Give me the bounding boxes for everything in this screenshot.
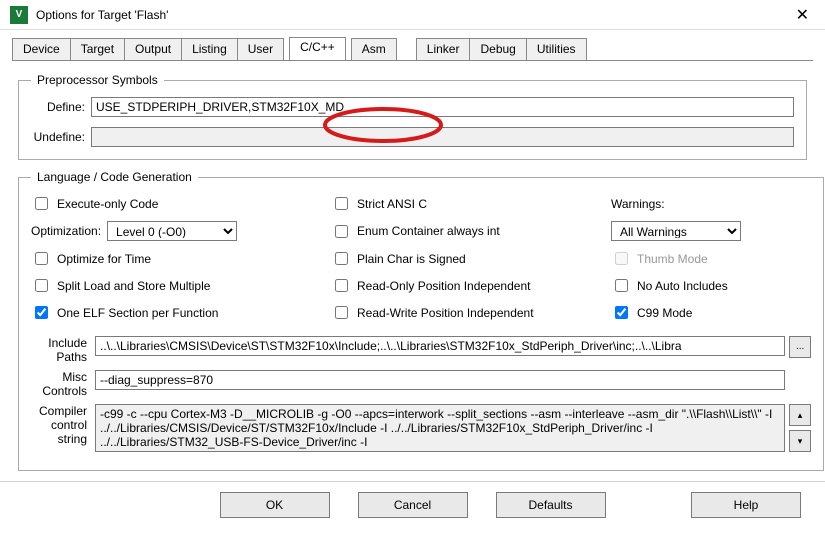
- plain-char-check[interactable]: Plain Char is Signed: [331, 249, 611, 268]
- language-legend: Language / Code Generation: [31, 170, 198, 184]
- check-label: No Auto Includes: [637, 279, 728, 293]
- language-group: Language / Code Generation Execute-only …: [18, 170, 824, 471]
- dialog-buttons: OK Cancel Defaults Help: [0, 481, 825, 528]
- app-icon: V: [10, 6, 28, 24]
- tab-device[interactable]: Device: [12, 38, 71, 60]
- tab-label: Listing: [192, 42, 227, 56]
- enum-container-check[interactable]: Enum Container always int: [331, 222, 611, 241]
- tab-bar: Device Target Output Listing User C/C++ …: [0, 30, 825, 60]
- checkbox-icon[interactable]: [615, 279, 628, 292]
- warnings-label: Warnings:: [611, 197, 811, 211]
- close-button[interactable]: ✕: [790, 5, 815, 25]
- strict-ansi-check[interactable]: Strict ANSI C: [331, 194, 611, 213]
- ok-button[interactable]: OK: [220, 492, 330, 518]
- preprocessor-group: Preprocessor Symbols Define: Undefine:: [18, 73, 807, 160]
- tab-user[interactable]: User: [237, 38, 284, 60]
- define-input[interactable]: [91, 97, 794, 117]
- tab-target[interactable]: Target: [70, 38, 125, 60]
- split-load-check[interactable]: Split Load and Store Multiple: [31, 276, 331, 295]
- tab-c-cpp[interactable]: C/C++: [289, 37, 346, 60]
- tab-label: Debug: [480, 42, 515, 56]
- tab-label: C/C++: [300, 40, 335, 54]
- tab-label: Asm: [362, 42, 386, 56]
- optimization-select[interactable]: Level 0 (-O0): [107, 221, 237, 241]
- checkbox-icon[interactable]: [335, 306, 348, 319]
- optimization-label: Optimization:: [31, 224, 101, 238]
- compiler-string-label: Compiler control string: [31, 404, 95, 446]
- check-label: Strict ANSI C: [357, 197, 427, 211]
- check-label: Plain Char is Signed: [357, 252, 466, 266]
- tab-label: Output: [135, 42, 171, 56]
- scroll-down-button[interactable]: ▾: [789, 430, 811, 452]
- include-paths-browse-button[interactable]: ...: [789, 336, 811, 358]
- checkbox-icon[interactable]: [35, 252, 48, 265]
- tab-asm[interactable]: Asm: [351, 38, 397, 60]
- no-auto-check[interactable]: No Auto Includes: [611, 276, 811, 295]
- check-label: One ELF Section per Function: [57, 306, 218, 320]
- checkbox-icon[interactable]: [35, 279, 48, 292]
- scroll-up-button[interactable]: ▴: [789, 404, 811, 426]
- thumb-mode-check: Thumb Mode: [611, 249, 811, 268]
- tab-linker[interactable]: Linker: [416, 38, 471, 60]
- ro-position-check[interactable]: Read-Only Position Independent: [331, 276, 611, 295]
- tab-label: Linker: [427, 42, 460, 56]
- include-paths-input[interactable]: [95, 336, 785, 356]
- window-title: Options for Target 'Flash': [36, 8, 168, 22]
- tab-output[interactable]: Output: [124, 38, 182, 60]
- tab-label: Utilities: [537, 42, 576, 56]
- tab-label: User: [248, 42, 273, 56]
- help-button[interactable]: Help: [691, 492, 801, 518]
- check-label: Read-Only Position Independent: [357, 279, 530, 293]
- checkbox-icon[interactable]: [335, 252, 348, 265]
- preprocessor-legend: Preprocessor Symbols: [31, 73, 164, 87]
- tab-debug[interactable]: Debug: [469, 38, 526, 60]
- check-label: Enum Container always int: [357, 224, 500, 238]
- c99-check[interactable]: C99 Mode: [611, 303, 811, 322]
- misc-controls-label: Misc Controls: [31, 370, 95, 398]
- undefine-label: Undefine:: [31, 130, 91, 144]
- check-label: C99 Mode: [637, 306, 692, 320]
- define-label: Define:: [31, 100, 91, 114]
- execute-only-check[interactable]: Execute-only Code: [31, 194, 331, 213]
- tab-label: Device: [23, 42, 60, 56]
- checkbox-icon[interactable]: [35, 306, 48, 319]
- checkbox-icon[interactable]: [615, 306, 628, 319]
- tab-utilities[interactable]: Utilities: [526, 38, 587, 60]
- check-label: Optimize for Time: [57, 252, 151, 266]
- include-paths-label: Include Paths: [31, 336, 95, 364]
- checkbox-icon[interactable]: [35, 197, 48, 210]
- checkbox-icon[interactable]: [335, 197, 348, 210]
- optimize-time-check[interactable]: Optimize for Time: [31, 249, 331, 268]
- check-label: Split Load and Store Multiple: [57, 279, 210, 293]
- check-label: Read-Write Position Independent: [357, 306, 534, 320]
- undefine-input[interactable]: [91, 127, 794, 147]
- checkbox-icon: [615, 252, 628, 265]
- title-bar: V Options for Target 'Flash' ✕: [0, 0, 825, 30]
- check-label: Execute-only Code: [57, 197, 158, 211]
- checkbox-icon[interactable]: [335, 279, 348, 292]
- cancel-button[interactable]: Cancel: [358, 492, 468, 518]
- tab-label: Target: [81, 42, 114, 56]
- one-elf-check[interactable]: One ELF Section per Function: [31, 303, 331, 322]
- checkbox-icon[interactable]: [335, 225, 348, 238]
- tab-listing[interactable]: Listing: [181, 38, 238, 60]
- rw-position-check[interactable]: Read-Write Position Independent: [331, 303, 611, 322]
- misc-controls-input[interactable]: [95, 370, 785, 390]
- compiler-string-text: -c99 -c --cpu Cortex-M3 -D__MICROLIB -g …: [95, 404, 785, 452]
- check-label: Thumb Mode: [637, 252, 708, 266]
- warnings-select[interactable]: All Warnings: [611, 221, 741, 241]
- defaults-button[interactable]: Defaults: [496, 492, 606, 518]
